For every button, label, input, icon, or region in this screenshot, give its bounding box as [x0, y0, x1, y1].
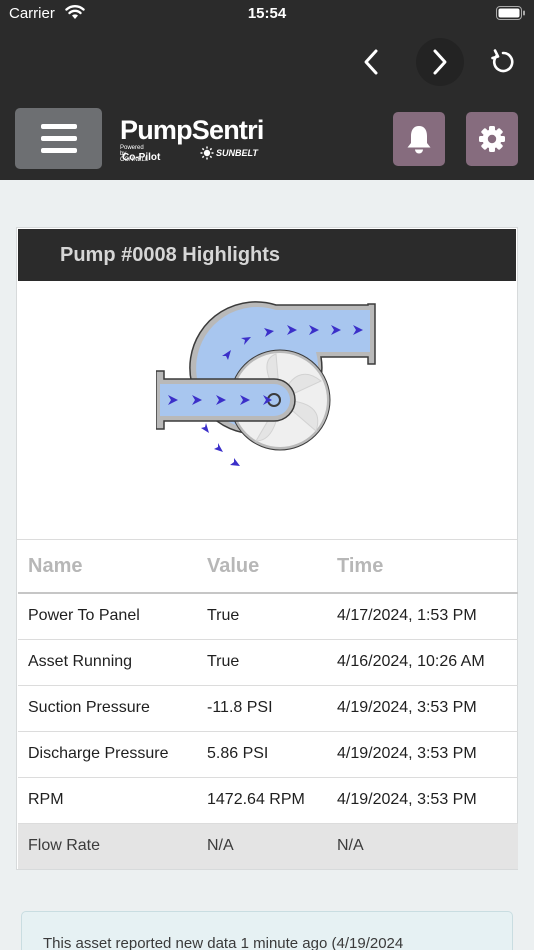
row-time: 4/19/2024, 3:53 PM [327, 777, 518, 824]
clock: 15:54 [247, 5, 287, 22]
pump-highlights-card: Pump #0008 Highlights Name Value Time Po… [16, 227, 518, 870]
chevron-right-icon [433, 49, 447, 75]
menu-icon [40, 124, 77, 129]
row-name: Power To Panel [18, 593, 197, 640]
row-value: -11.8 PSI [197, 685, 327, 732]
row-name: RPM [18, 777, 197, 824]
app-logo: PumpSentri Powered by CONNELL Co-Pilot S… [120, 116, 264, 163]
gear-icon [479, 126, 505, 152]
row-time: 4/16/2024, 10:26 AM [327, 639, 518, 686]
row-value: True [197, 639, 327, 686]
back-button[interactable] [347, 38, 395, 86]
column-header-time: Time [327, 540, 518, 594]
alerts-button[interactable] [393, 112, 445, 166]
pump-diagram-icon [156, 301, 376, 466]
table-row: Discharge Pressure 5.86 PSI 4/19/2024, 3… [18, 731, 518, 778]
battery-icon [496, 6, 526, 26]
row-value: 5.86 PSI [197, 731, 327, 778]
row-time: N/A [327, 823, 518, 869]
table-row: Suction Pressure -11.8 PSI 4/19/2024, 3:… [18, 685, 518, 732]
column-header-name: Name [18, 540, 197, 594]
navigation-bar [0, 34, 534, 100]
highlights-table: Name Value Time Power To Panel True 4/17… [18, 540, 518, 869]
row-value: N/A [197, 823, 327, 869]
sunbelt-label: SUNBELT [216, 148, 258, 158]
card-title: Pump #0008 Highlights [18, 229, 516, 281]
row-value: 1472.64 RPM [197, 777, 327, 824]
forward-button[interactable] [416, 38, 464, 86]
brand-name: PumpSentri [120, 115, 264, 145]
data-freshness-notice: This asset reported new data 1 minute ag… [21, 911, 513, 950]
row-name: Suction Pressure [18, 685, 197, 732]
row-value: True [197, 593, 327, 640]
reload-button[interactable] [479, 38, 527, 86]
app-header: PumpSentri Powered by CONNELL Co-Pilot S… [0, 100, 534, 180]
table-row: RPM 1472.64 RPM 4/19/2024, 3:53 PM [18, 777, 518, 824]
notice-text: This asset reported new data 1 minute ag… [43, 935, 404, 950]
row-name: Discharge Pressure [18, 731, 197, 778]
table-row: Power To Panel True 4/17/2024, 1:53 PM [18, 593, 518, 640]
copilot-logo: Co-Pilot [122, 152, 161, 163]
pump-illustration-area [18, 281, 516, 540]
row-name: Flow Rate [18, 823, 197, 869]
table-row: Asset Running True 4/16/2024, 10:26 AM [18, 639, 518, 686]
row-name: Asset Running [18, 639, 197, 686]
sunbelt-logo: SUNBELT [200, 146, 258, 160]
chevron-left-icon [364, 49, 378, 75]
status-bar: Carrier 15:54 [0, 0, 534, 34]
reload-icon [491, 49, 514, 73]
sunbelt-sun-icon [200, 146, 214, 160]
settings-button[interactable] [466, 112, 518, 166]
menu-button[interactable] [15, 108, 102, 169]
table-header-row: Name Value Time [18, 540, 518, 594]
bell-icon [407, 126, 431, 154]
row-time: 4/17/2024, 1:53 PM [327, 593, 518, 640]
table-row: Flow Rate N/A N/A [18, 823, 518, 869]
row-time: 4/19/2024, 3:53 PM [327, 685, 518, 732]
row-time: 4/19/2024, 3:53 PM [327, 731, 518, 778]
column-header-value: Value [197, 540, 327, 594]
